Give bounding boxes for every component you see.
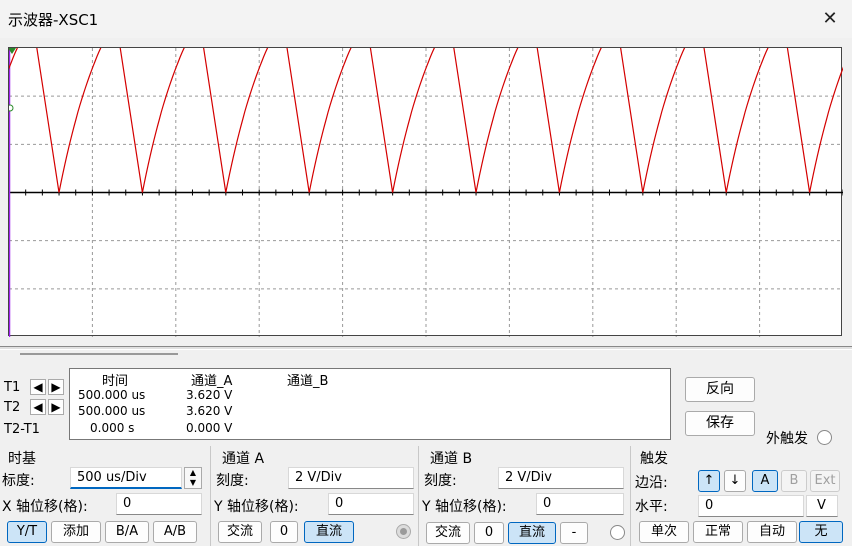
readout-header-time: 时间 [102,374,129,389]
panel-splitter[interactable] [0,346,852,350]
trigger-level-label: 水平: [635,499,668,515]
falling-edge-icon[interactable]: ↓ [724,470,746,492]
t2-left-arrow-icon[interactable]: ◀ [30,399,46,415]
timebase-xpos-input[interactable]: 0 [116,493,202,515]
channel-a-scale-input[interactable]: 2 V/Div [288,467,414,489]
trigger-level-unit[interactable]: V [806,495,838,517]
channel-b-zero-button[interactable]: 0 [474,522,504,544]
trigger-normal-button[interactable]: 正常 [693,521,743,543]
ext-trigger-label: 外触发 [766,431,808,447]
t1-right-arrow-icon[interactable]: ▶ [48,379,64,395]
window-title: 示波器-XSC1 [8,11,99,29]
save-button[interactable]: 保存 [685,411,755,436]
reverse-button[interactable]: 反向 [685,377,755,402]
channel-b-title: 通道 B [430,451,473,467]
cursor-t2-row: T2 ◀ ▶ [4,398,70,418]
divider [210,446,211,546]
measurement-readout: 时间 通道_A 通道_B 500.000 us 3.620 V 500.000 … [69,368,671,440]
readout-diff-time: 0.000 s [90,421,135,435]
channel-b-radio[interactable] [610,525,625,540]
channel-a-ac-button[interactable]: 交流 [218,521,262,543]
scope-display [9,48,843,337]
cursor-t1-row: T1 ◀ ▶ [4,378,70,398]
close-button[interactable]: ✕ [818,7,842,31]
t1-left-arrow-icon[interactable]: ◀ [30,379,46,395]
channel-b-ypos-input[interactable]: 0 [536,493,624,515]
oscilloscope-screen[interactable] [8,47,843,337]
cursor-diff-row: T2-T1 [4,420,70,440]
trigger-source-a-button[interactable]: A [752,470,778,492]
mode-ab-button[interactable]: A/B [153,521,197,543]
readout-t2-time: 500.000 us [78,404,146,418]
channel-a-group: 通道 A 刻度: 2 V/Div Y 轴位移(格): 0 交流 0 直流 [212,446,418,546]
t2-right-arrow-icon[interactable]: ▶ [48,399,64,415]
trigger-level-input[interactable]: 0 [698,495,804,517]
channel-b-dc-button[interactable]: 直流 [508,522,556,544]
mode-ba-button[interactable]: B/A [105,521,149,543]
trigger-title: 触发 [640,451,668,467]
cursor-controls: T1 ◀ ▶ T2 ◀ ▶ T2-T1 [4,378,70,440]
channel-b-minus-button[interactable]: - [560,522,588,544]
channel-a-ypos-label: Y 轴位移(格): [214,499,299,515]
readout-diff-a: 0.000 V [186,421,233,435]
channel-b-group: 通道 B 刻度: 2 V/Div Y 轴位移(格): 0 交流 0 直流 - [420,446,630,546]
readout-t1-time: 500.000 us [78,388,146,402]
trigger-source-b-button[interactable]: B [781,470,807,492]
readout-t1-a: 3.620 V [186,388,233,402]
divider [418,446,419,546]
trigger-source-ext-button[interactable]: Ext [810,470,840,492]
timebase-xpos-label: X 轴位移(格): [2,499,88,515]
channel-a-radio[interactable] [396,524,411,539]
channel-b-scale-input[interactable]: 2 V/Div [498,467,624,489]
rising-edge-icon[interactable]: ↑ [698,470,720,492]
mode-yt-button[interactable]: Y/T [7,521,47,543]
channel-b-ac-button[interactable]: 交流 [426,522,470,544]
channel-a-zero-button[interactable]: 0 [270,521,298,543]
channel-b-ypos-label: Y 轴位移(格): [422,499,507,515]
timebase-scale-input[interactable]: 500 us/Div [70,467,182,489]
cursor-t1-label: T1 [4,380,21,395]
timebase-group: 时基 标度: 500 us/Div ▲ ▼ X 轴位移(格): 0 Y/T 添加 … [0,446,210,546]
mode-add-button[interactable]: 添加 [51,521,101,543]
trigger-edge-label: 边沿: [635,475,668,491]
title-bar: 示波器-XSC1 ✕ [0,0,852,38]
timebase-title: 时基 [8,451,36,467]
ext-trigger-radio[interactable] [817,430,832,445]
channel-b-scale-label: 刻度: [424,473,457,489]
cursor-diff-label: T2-T1 [4,422,40,437]
channel-a-title: 通道 A [222,451,265,467]
trigger-none-button[interactable]: 无 [799,521,843,543]
trigger-auto-button[interactable]: 自动 [747,521,797,543]
readout-header-b: 通道_B [287,374,329,389]
cursor-t2-label: T2 [4,400,21,415]
channel-a-dc-button[interactable]: 直流 [304,521,354,543]
oscilloscope-window: 示波器-XSC1 ✕ T1 ◀ ▶ T2 ◀ ▶ T2-T1 时间 通道_A 通… [0,0,852,546]
readout-t2-a: 3.620 V [186,404,233,418]
channel-a-scale-label: 刻度: [216,473,249,489]
scroll-thumb[interactable] [20,353,178,355]
trigger-single-button[interactable]: 单次 [639,521,689,543]
readout-header-a: 通道_A [191,374,233,389]
trigger-group: 触发 边沿: ↑ ↓ A B Ext 水平: 0 V 单次 正常 自动 无 [632,446,852,546]
channel-a-ypos-input[interactable]: 0 [328,493,414,515]
timebase-scale-label: 标度: [2,473,35,489]
timebase-scale-stepper[interactable]: ▲ ▼ [184,467,202,489]
channel-a-offset-marker-icon [9,104,14,112]
divider [630,446,631,546]
